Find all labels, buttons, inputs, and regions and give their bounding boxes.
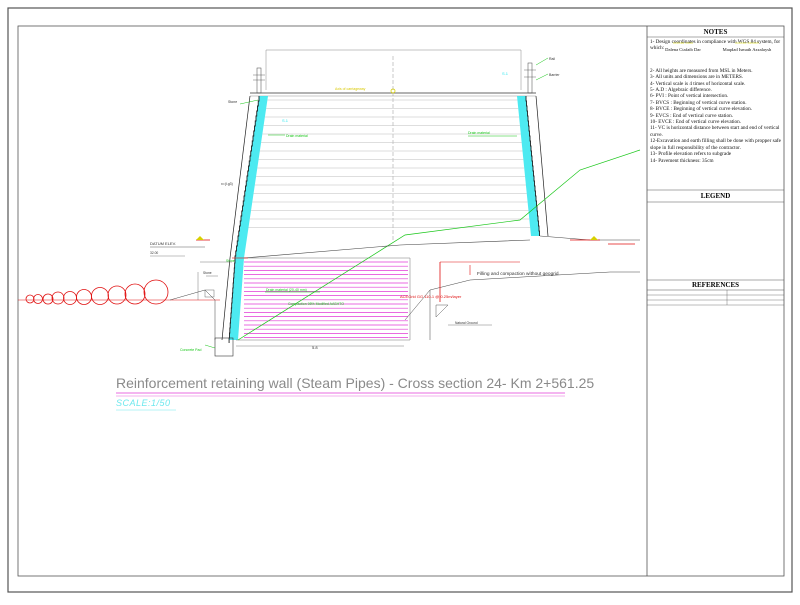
steam-pipe xyxy=(51,291,65,305)
drawing-title: Reinforcement retaining wall (Steam Pipe… xyxy=(116,375,595,391)
steam-pipe xyxy=(143,279,169,305)
steam-pipe xyxy=(63,291,77,305)
left-wall-face: S.1 Drain material Stone xyxy=(228,95,308,261)
drawing-scale: SCALE:1/50 xyxy=(116,398,171,408)
rail-label: Rail xyxy=(549,57,555,61)
steam-pipe xyxy=(107,285,127,305)
notes-panel: NOTES 1- Design coordinates in complianc… xyxy=(647,27,784,190)
datum-label: DATUM ELEV. xyxy=(150,241,176,246)
drain-label-right: Drain material xyxy=(468,131,490,135)
natural-ground-label: Natural Ground xyxy=(455,321,478,325)
steam-pipe xyxy=(33,294,43,304)
steam-pipe xyxy=(42,293,54,305)
ground-lines: Filling and compaction without geogrid A… xyxy=(226,149,641,341)
geogrid-layers xyxy=(244,261,408,338)
signature-2-name: Maqdad Ismath Azzalaysh xyxy=(722,46,772,52)
drain-label-lower: Drain material (20-40 mm) xyxy=(266,288,307,292)
filling-label: Filling and compaction without geogrid xyxy=(477,271,559,277)
svg-text:Axis of carriageway: Axis of carriageway xyxy=(335,87,366,91)
barrier-label: Barrier xyxy=(549,73,560,77)
steam-pipe xyxy=(76,289,92,305)
signature-2: ▭▭▭ ▭▭▭ Maqdad Ismath Azzalaysh xyxy=(716,40,778,52)
signature-1-stamp: ▭▭▭ ▭▭ xyxy=(673,40,693,45)
stone-label: Stone xyxy=(228,100,237,104)
svg-text:Stone: Stone xyxy=(226,259,235,263)
concrete-pad xyxy=(214,337,234,357)
svg-text:32.00: 32.00 xyxy=(150,251,158,255)
svg-text:Stone: Stone xyxy=(203,271,212,275)
note-item: 14- Pavement thickness: 35cm xyxy=(650,157,714,164)
signature-1-name: Dalena Ctafaib Dar xyxy=(665,46,701,52)
steam-pipe xyxy=(124,283,146,305)
signature-2-stamp: ▭▭▭ ▭▭▭ xyxy=(735,40,759,45)
steam-pipe xyxy=(25,294,35,304)
steam-pipes xyxy=(25,279,169,305)
note-item: 12-Excavation and earth filling shall be… xyxy=(650,138,781,151)
lower-wall: Concrete Pad Drain material (20-40 mm) C… xyxy=(180,257,411,357)
road-top: Axis of carriageway Rail Barrier S.1 xyxy=(250,49,560,240)
legend-title: LEGEND xyxy=(700,192,731,200)
note-item: 11- VC is horizontal distance between st… xyxy=(650,125,780,138)
signature-1: ▭▭▭ ▭▭ Dalena Ctafaib Dar xyxy=(652,40,714,52)
wall-layers xyxy=(248,99,531,228)
steam-pipe xyxy=(91,287,109,305)
compaction-label: Compaction 98% Modified AASHTO xyxy=(288,302,344,306)
acegrid-label: ACEGrid GG 110-1 @ 0.25m/layer xyxy=(400,294,462,299)
notes-list: 1- Design coordinates in compliance with… xyxy=(650,39,782,164)
references-title: REFERENCES xyxy=(691,281,740,289)
svg-text:x=(l.g3): x=(l.g3) xyxy=(221,182,233,186)
signature-block: ▭▭▭ ▭▭ Dalena Ctafaib Dar ▭▭▭ ▭▭▭ Maqdad… xyxy=(650,40,782,68)
drain-label-left: Drain material xyxy=(286,134,308,138)
slope-label-left: S.1 xyxy=(282,118,289,123)
slope-label-right: S.1 xyxy=(502,71,509,76)
bottom-dimension: 5.8 xyxy=(312,345,318,350)
notes-title: NOTES xyxy=(703,28,728,36)
concrete-pad-label: Concrete Pad xyxy=(180,348,201,352)
drawing-sheet: Axis of carriageway Rail Barrier S.1 S.1… xyxy=(0,0,800,600)
